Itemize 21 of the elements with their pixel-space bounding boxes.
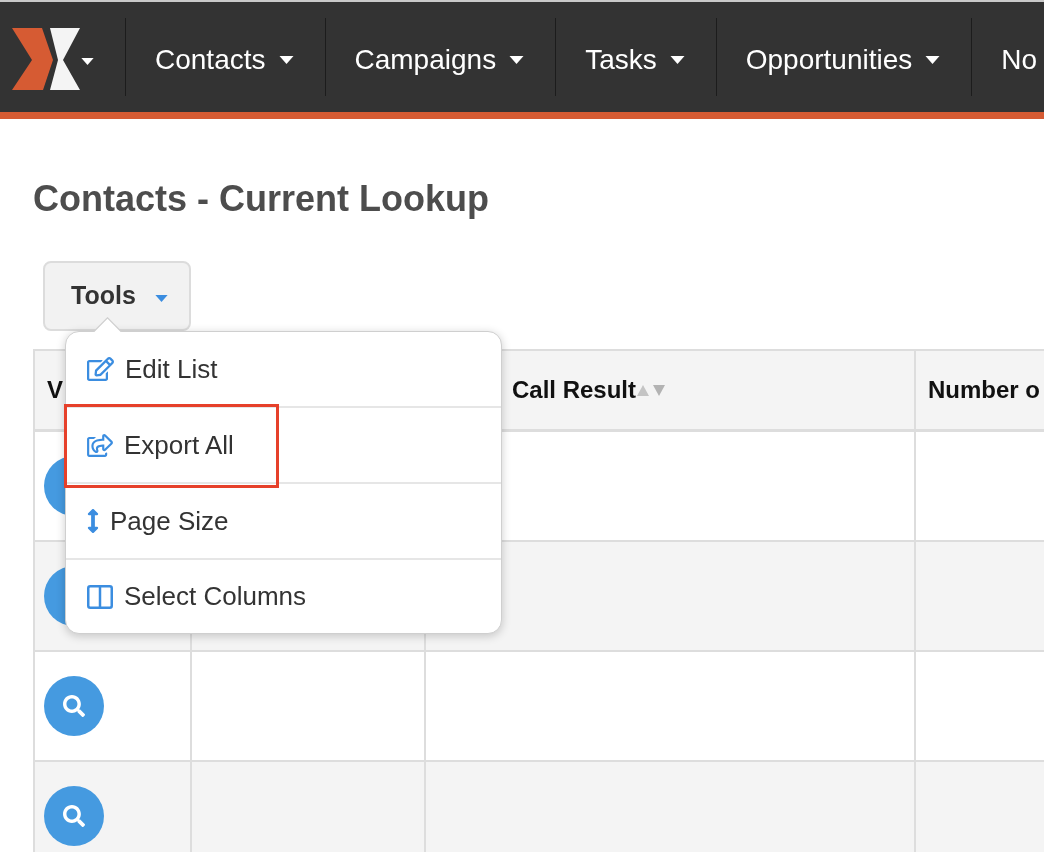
nav-menu-item[interactable]: No	[972, 2, 1038, 112]
nav-menu-item[interactable]: Contacts	[126, 2, 325, 112]
edit-icon	[87, 357, 114, 381]
columns-icon	[87, 584, 113, 609]
menu-item[interactable]: Select Columns	[66, 560, 501, 633]
logo-icon	[12, 27, 80, 90]
search-icon	[63, 695, 85, 717]
tools-button[interactable]: Tools	[43, 261, 191, 331]
vertical-arrows-icon	[87, 506, 99, 536]
page-title: Contacts - Current Lookup	[33, 177, 489, 220]
nav-menu-item[interactable]: Opportunities	[716, 2, 972, 112]
view-button[interactable]	[44, 676, 104, 736]
caret-icon	[153, 294, 169, 302]
column-header: Number o	[928, 375, 1040, 405]
search-icon	[63, 805, 85, 827]
nav-menu-item[interactable]: Campaigns	[325, 2, 556, 112]
column-header: V	[47, 375, 63, 405]
view-button[interactable]	[44, 786, 104, 846]
column-header: Call Result	[512, 375, 637, 405]
share-icon	[87, 433, 113, 457]
nav-menu-item[interactable]: Tasks	[556, 2, 716, 112]
